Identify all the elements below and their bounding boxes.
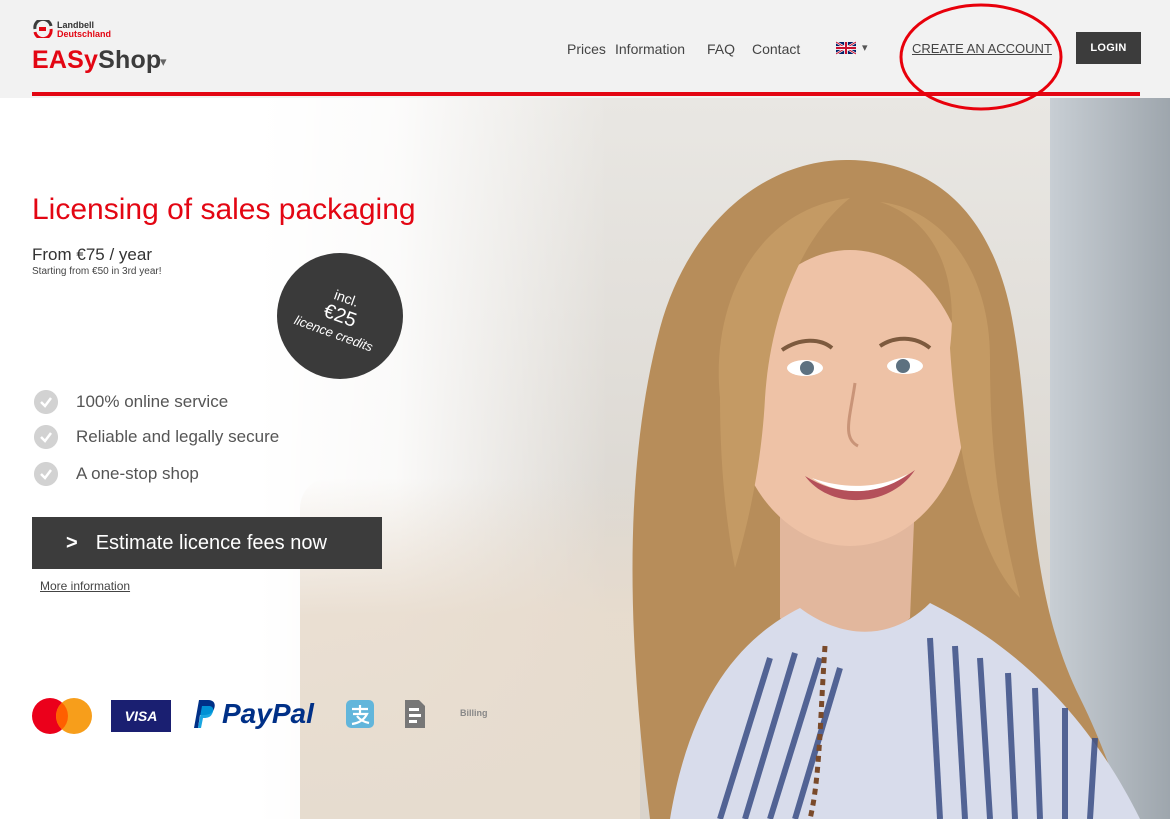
landbell-logo-icon — [33, 20, 53, 38]
feature-item: Reliable and legally secure — [34, 424, 334, 449]
paypal-text: PayPal — [222, 698, 314, 729]
feature-item: A one-stop shop — [34, 461, 334, 486]
nav-item-prices[interactable]: Prices — [567, 41, 606, 57]
licence-credits-badge: incl. €25 licence credits — [277, 253, 403, 379]
feature-text: 100% online service — [76, 392, 229, 411]
estimate-fees-button[interactable]: > Estimate licence fees now — [32, 517, 382, 569]
chevron-down-icon[interactable]: ▾ — [160, 54, 167, 70]
check-icon — [34, 390, 58, 414]
more-information-link[interactable]: More information — [40, 579, 130, 593]
price-note: Starting from €50 in 3rd year! — [32, 266, 162, 277]
hero-title: Licensing of sales packaging — [32, 193, 416, 226]
easyshop-logo[interactable]: Landbell Deutschland EASyShop ▾ — [32, 20, 192, 76]
logo-wordmark-part1: EASy — [32, 46, 99, 74]
nav-item-contact[interactable]: Contact — [752, 41, 800, 57]
estimate-fees-label: Estimate licence fees now — [95, 531, 327, 554]
logo-brand-text: Landbell Deutschland — [57, 21, 111, 39]
feature-item: 100% online service — [34, 389, 334, 414]
hero-woman-image — [632, 159, 1140, 819]
language-chevron-down-icon[interactable]: ▾ — [862, 41, 868, 54]
feature-text: Reliable and legally secure — [76, 427, 280, 446]
check-icon — [34, 425, 58, 449]
price-main: From €75 / year — [32, 245, 152, 264]
visa-text: VISA — [124, 708, 158, 724]
visa-icon: VISA — [111, 700, 171, 732]
annotation-circle — [899, 3, 1063, 111]
billing-text: Billing — [460, 708, 488, 718]
paypal-icon: PayPal — [190, 696, 314, 732]
uk-flag-icon[interactable] — [836, 41, 856, 55]
paypal-p-icon — [194, 700, 215, 728]
alipay-icon — [346, 700, 374, 728]
billing-icon — [405, 700, 425, 728]
nav-item-information[interactable]: Information — [615, 41, 685, 57]
mastercard-icon — [32, 698, 92, 734]
chevron-right-icon: > — [66, 531, 78, 554]
logo-brand-line2: Deutschland — [57, 29, 112, 39]
logo-wordmark-part2: Shop — [98, 46, 162, 74]
payment-methods: VISA PayPal Billing — [30, 694, 500, 734]
login-button[interactable]: LOGIN — [1076, 32, 1141, 64]
feature-text: A one-stop shop — [76, 464, 199, 483]
check-icon — [34, 462, 58, 486]
nav-item-faq[interactable]: FAQ — [707, 41, 735, 57]
logo-wordmark: EASyShop — [32, 46, 161, 75]
